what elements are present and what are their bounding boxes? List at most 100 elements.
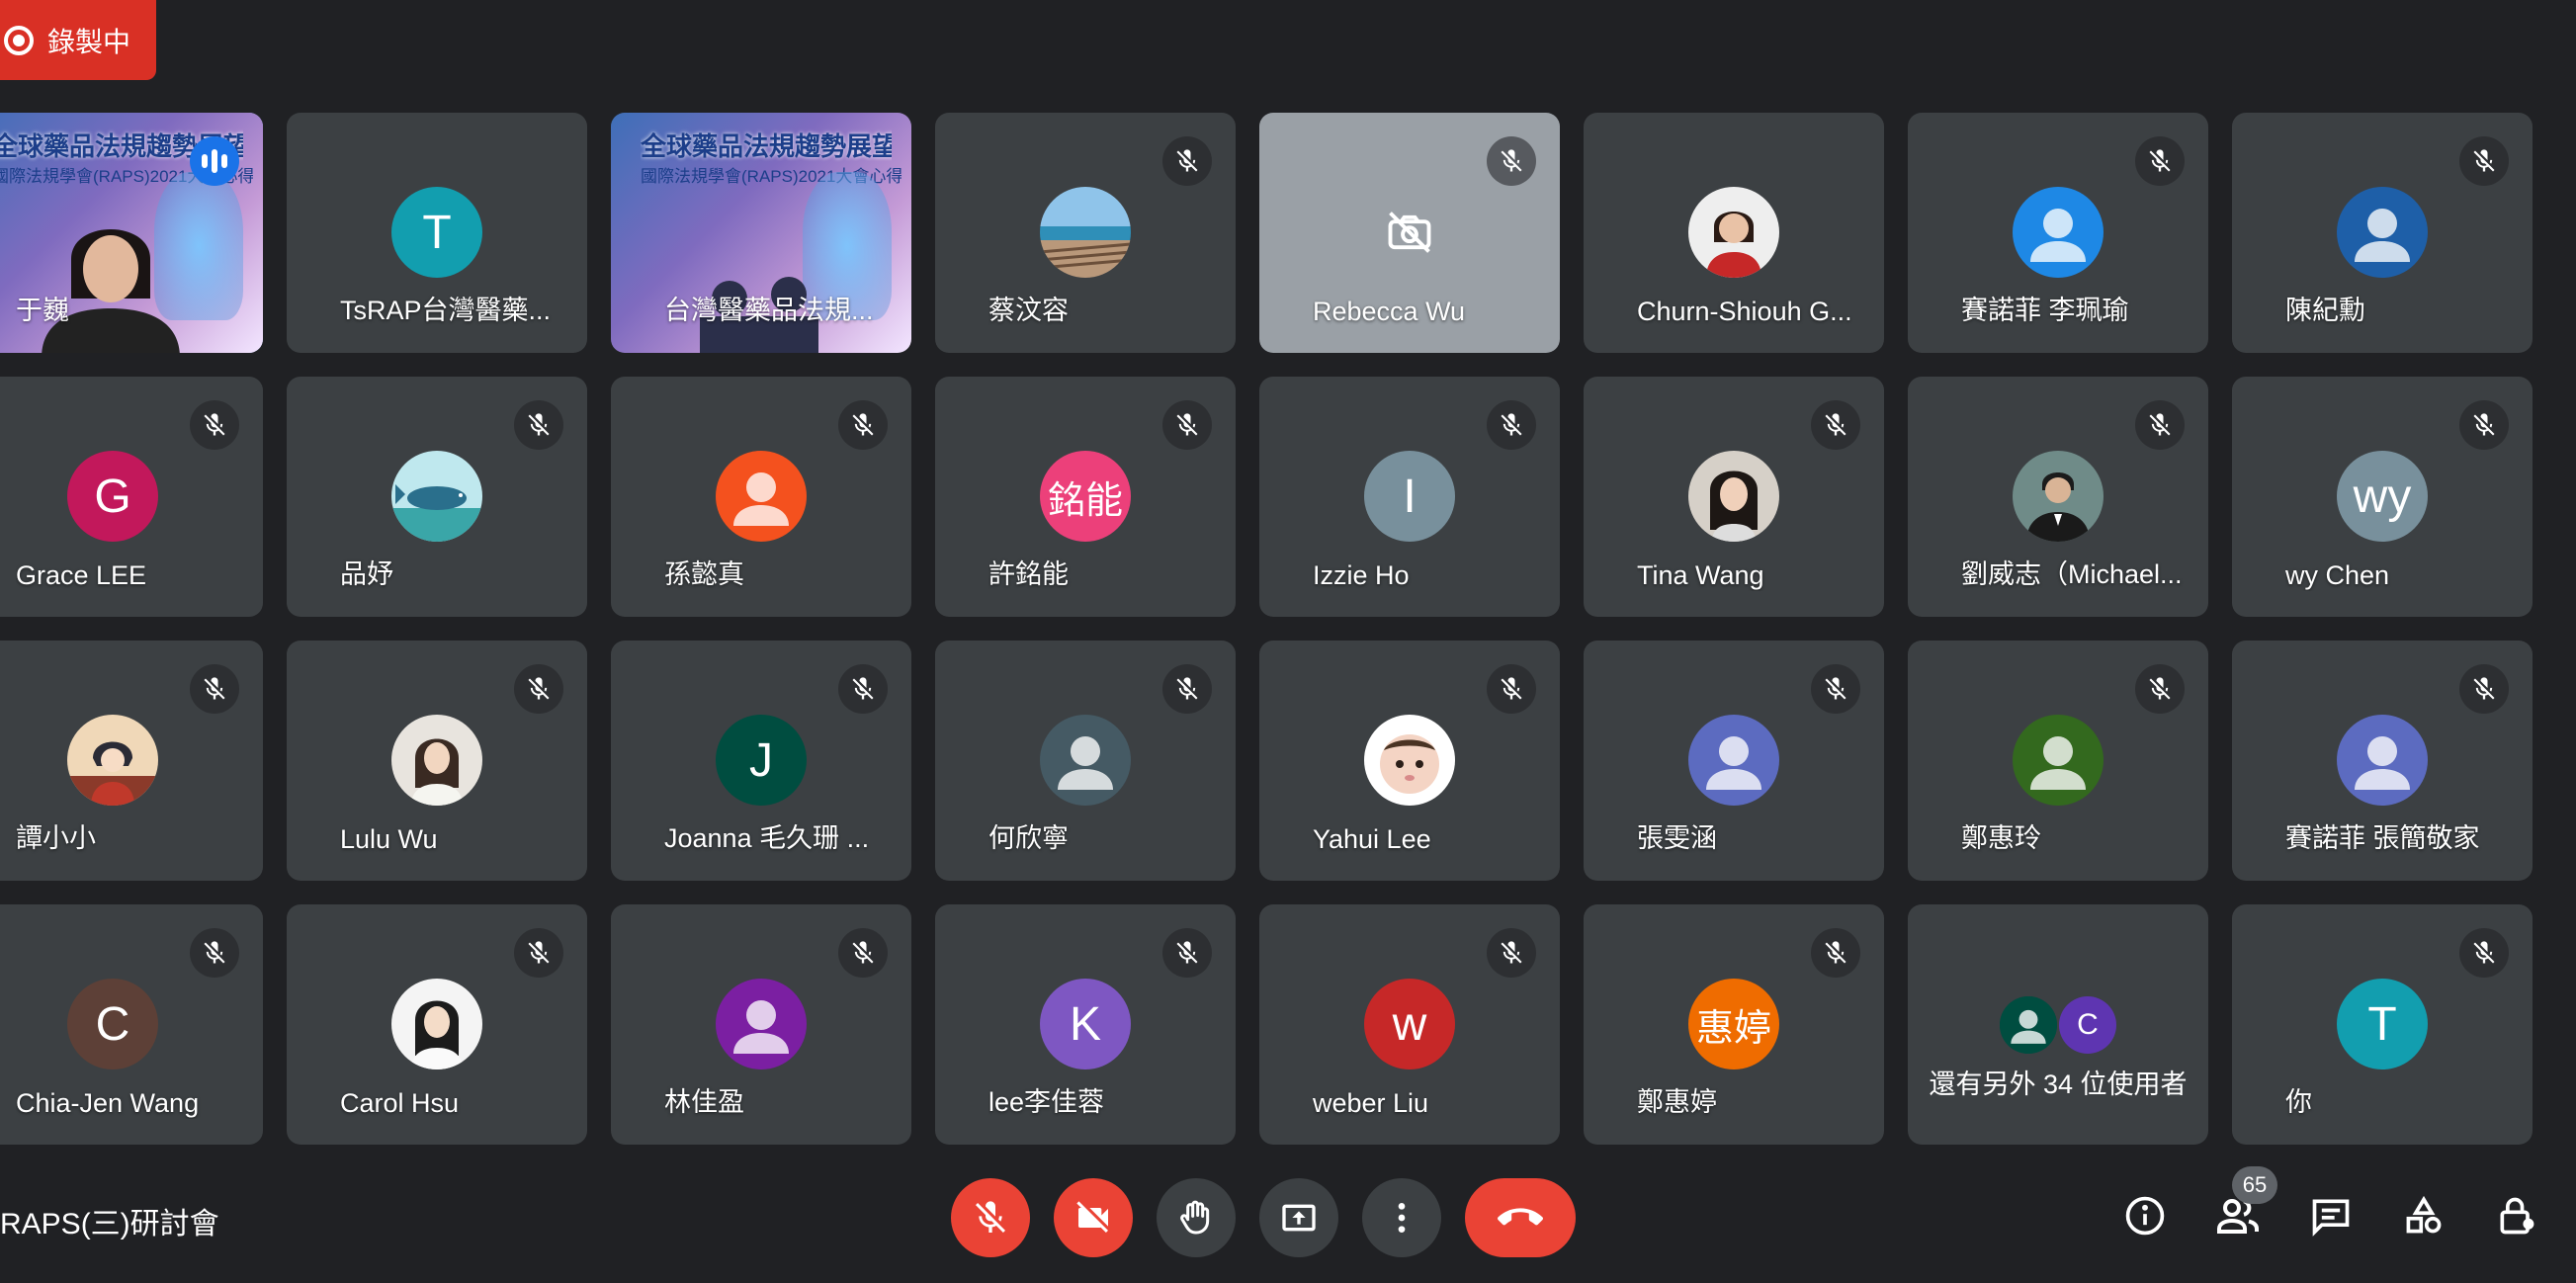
participant-tile[interactable]: 鄭惠玲 — [1908, 641, 2208, 881]
participant-name: Yahui Lee — [1313, 824, 1431, 854]
avatar: K — [1040, 979, 1131, 1069]
participant-tile[interactable]: 賽諾菲 張簡敬家 — [2232, 641, 2533, 881]
more-vert-icon — [1398, 1203, 1406, 1233]
muted-indicator — [1811, 664, 1860, 714]
muted-indicator — [2459, 664, 2509, 714]
participant-tile[interactable]: 孫懿真 — [611, 377, 911, 617]
person-icon — [1688, 715, 1779, 806]
mic-off-icon — [1176, 149, 1198, 172]
participant-tile[interactable]: 惠婷 鄭惠婷 — [1584, 904, 1884, 1145]
participant-name: 賽諾菲 張簡敬家 — [2285, 823, 2480, 853]
avatar: C — [2059, 996, 2116, 1054]
person-icon — [716, 451, 807, 542]
participant-tile[interactable]: 蔡汶容 — [935, 113, 1236, 353]
mic-off-icon — [2473, 149, 2495, 172]
muted-indicator — [1487, 928, 1536, 978]
present-screen-button[interactable] — [1259, 1178, 1338, 1257]
participant-tile[interactable]: C Chia-Jen Wang — [0, 904, 263, 1145]
participant-tile[interactable]: T你 — [2232, 904, 2533, 1145]
avatar — [2337, 715, 2428, 806]
profile-photo — [67, 715, 158, 806]
raise-hand-button[interactable] — [1157, 1178, 1236, 1257]
participant-name: wy Chen — [2285, 560, 2390, 590]
participant-tile[interactable]: Lulu Wu — [287, 641, 587, 881]
avatar-letter: 銘能 — [1047, 479, 1123, 522]
mic-off-icon — [1501, 677, 1522, 700]
mic-off-icon — [976, 1201, 1005, 1233]
mic-off-icon — [1501, 149, 1522, 172]
meeting-details-button[interactable] — [2115, 1186, 2175, 1245]
people-count-badge: 65 — [2232, 1166, 2277, 1204]
host-controls-button[interactable] — [2487, 1186, 2546, 1245]
avatar — [1040, 187, 1131, 278]
muted-indicator — [1162, 136, 1212, 186]
avatar-letter: G — [94, 470, 131, 523]
participant-tile[interactable]: I Izzie Ho — [1259, 377, 1560, 617]
participant-name: Izzie Ho — [1313, 560, 1410, 590]
participant-tile[interactable]: 林佳盈 — [611, 904, 911, 1145]
participant-tile[interactable]: 陳紀勳 — [2232, 113, 2533, 353]
mic-off-icon — [1176, 413, 1198, 436]
activities-button[interactable] — [2394, 1186, 2453, 1245]
participant-tile[interactable]: T TsRAP台灣醫藥... — [287, 113, 587, 353]
chat-button[interactable] — [2301, 1186, 2361, 1245]
participant-name: 孫懿真 — [664, 559, 744, 589]
recording-badge[interactable]: 錄製中 — [0, 0, 156, 80]
participant-tile[interactable]: 全球藥品法規趨勢展望 國際法規學會(RAPS)2021大會心得分享 于巍 — [0, 113, 263, 353]
participant-tile[interactable]: 全球藥品法規趨勢展望 國際法規學會(RAPS)2021大會心得分享(三) 台灣醫… — [611, 113, 911, 353]
more-options-button[interactable] — [1362, 1178, 1441, 1257]
mic-toggle-button[interactable] — [951, 1178, 1030, 1257]
participant-tile[interactable]: 劉威志（Michael... — [1908, 377, 2208, 617]
participant-name: 于巍 — [16, 296, 69, 325]
lock-person-icon — [2500, 1197, 2534, 1235]
avatar — [716, 979, 807, 1069]
avatar-letter: J — [749, 733, 773, 787]
avatar — [2000, 996, 2057, 1054]
participant-tile[interactable]: w weber Liu — [1259, 904, 1560, 1145]
profile-photo — [1688, 187, 1779, 278]
people-button[interactable]: 65 — [2208, 1166, 2277, 1245]
participant-tile[interactable]: 何欣寧 — [935, 641, 1236, 881]
muted-indicator — [514, 400, 563, 450]
avatar: wy — [2337, 451, 2428, 542]
mic-off-icon — [852, 941, 874, 964]
leave-call-button[interactable] — [1465, 1178, 1576, 1257]
muted-indicator — [2135, 136, 2185, 186]
participant-tile[interactable]: Klee李佳蓉 — [935, 904, 1236, 1145]
participant-tile[interactable]: Tina Wang — [1584, 377, 1884, 617]
participant-tile[interactable]: Rebecca Wu — [1259, 113, 1560, 353]
participant-tile[interactable]: 銘能 許銘能 — [935, 377, 1236, 617]
more-participants-tile[interactable]: C 還有另外 34 位使用者 — [1908, 904, 2208, 1145]
profile-photo — [391, 451, 482, 542]
avatar — [391, 715, 482, 806]
participant-name: Tina Wang — [1637, 560, 1764, 590]
participant-tile[interactable]: wy wy Chen — [2232, 377, 2533, 617]
present-screen-icon — [1282, 1204, 1316, 1232]
mic-off-icon — [2149, 677, 2171, 700]
participant-tile[interactable]: J Joanna 毛久珊 ... — [611, 641, 911, 881]
participant-tile[interactable]: 張雯涵 — [1584, 641, 1884, 881]
person-icon — [716, 979, 807, 1069]
participant-name: 林佳盈 — [664, 1087, 744, 1117]
participant-tile[interactable]: Yahui Lee — [1259, 641, 1560, 881]
mic-off-icon — [1176, 941, 1198, 964]
mic-off-icon — [1825, 677, 1846, 700]
participant-tile[interactable]: 譚小小 — [0, 641, 263, 881]
muted-indicator — [1487, 136, 1536, 186]
muted-indicator — [2459, 400, 2509, 450]
muted-indicator — [838, 400, 888, 450]
avatar: w — [1364, 979, 1455, 1069]
participant-tile[interactable]: Churn-Shiouh G... — [1584, 113, 1884, 353]
participant-tile[interactable]: 品妤 — [287, 377, 587, 617]
participant-name: 劉威志（Michael... — [1961, 559, 2183, 589]
muted-indicator — [190, 400, 239, 450]
muted-indicator — [1162, 928, 1212, 978]
mic-off-icon — [2473, 413, 2495, 436]
muted-indicator — [2135, 664, 2185, 714]
camera-toggle-button[interactable] — [1054, 1178, 1133, 1257]
participant-tile[interactable]: Carol Hsu — [287, 904, 587, 1145]
recording-label: 錄製中 — [47, 26, 131, 57]
speaker-figure — [42, 229, 180, 353]
participant-tile[interactable]: 賽諾菲 李珮瑜 — [1908, 113, 2208, 353]
participant-tile[interactable]: G Grace LEE — [0, 377, 263, 617]
